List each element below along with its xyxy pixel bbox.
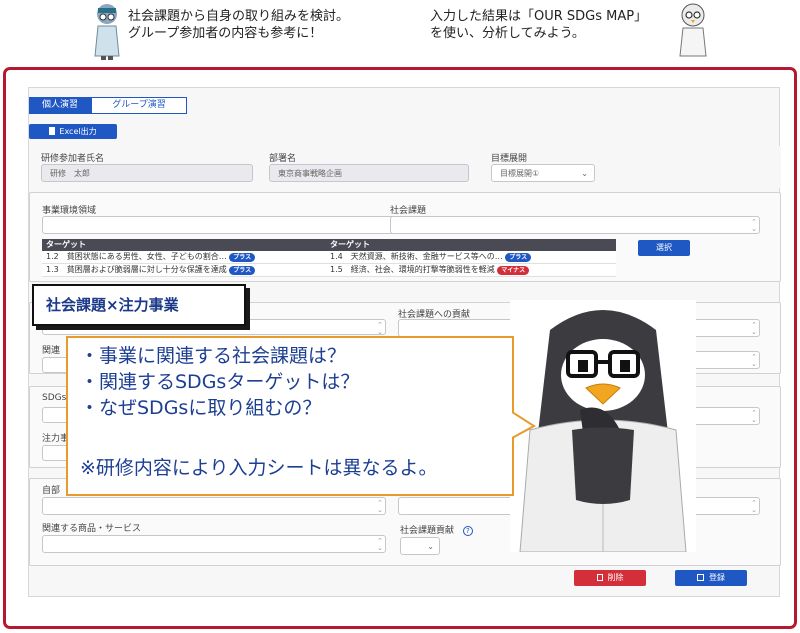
- delete-label: 削除: [607, 573, 624, 582]
- social-issue-input[interactable]: ⌃ ⌄: [390, 216, 760, 234]
- scroll-arrows-icon: ⌃ ⌄: [751, 499, 757, 514]
- participant-value: 研修 太郎: [50, 169, 90, 178]
- speech-left: 社会課題から自身の取り組みを検討。 グループ参加者の内容も参考に！: [128, 8, 349, 42]
- target-text: 1.3 貧困層および脆弱層に対し十分な保護を達成: [46, 265, 227, 274]
- target-header-right: ターゲット: [330, 240, 370, 249]
- speech-left-line2: グループ参加者の内容も参考に！: [128, 26, 323, 41]
- goal-value: 目標展開①: [500, 169, 540, 178]
- business-area-input[interactable]: [42, 216, 396, 234]
- plus-tag: プラス: [229, 266, 256, 275]
- scroll-arrows-icon: ⌃ ⌄: [377, 321, 383, 336]
- business-area-label: 事業環境領域: [42, 206, 97, 216]
- contribution2-label: 社会課題貢献 ?: [400, 523, 473, 536]
- target-cell: 1.2 貧困状態にある男性、女性、子どもの割合… プラス: [42, 251, 330, 263]
- table-row[interactable]: 1.3 貧困層および脆弱層に対し十分な保護を達成 プラス 1.5 経済、社会、環…: [42, 264, 616, 277]
- department-field: 東京商事戦略企画: [269, 164, 469, 182]
- products-label: 関連する商品・サービス: [42, 524, 142, 534]
- scroll-arrows-icon: ⌃ ⌄: [751, 353, 757, 368]
- target-text: 1.2 貧困状態にある男性、女性、子どもの割合…: [46, 252, 227, 261]
- speech-left-line1: 社会課題から自身の取り組みを検討。: [128, 9, 350, 24]
- target-text: 1.5 経済、社会、環境的打撃等脆弱性を軽減: [330, 265, 495, 274]
- goal-select[interactable]: 目標展開① ⌄: [491, 164, 595, 182]
- delete-button[interactable]: 削除: [574, 570, 646, 586]
- related-label: 関連: [42, 346, 61, 356]
- trash-icon: [596, 574, 603, 581]
- speech-right-line2: を使い、分析してみよう。: [430, 26, 585, 41]
- target-header-left: ターゲット: [46, 240, 86, 249]
- sdgs-label: SDGs: [42, 393, 67, 403]
- focus-label: 注力事: [42, 434, 70, 444]
- scroll-arrows-icon: ⌃ ⌄: [377, 537, 383, 552]
- issue-section: 事業環境領域 社会課題 ⌃ ⌄ ターゲット ターゲット 1.2 貧困状態にある男性…: [29, 192, 781, 282]
- save-icon: [697, 574, 704, 581]
- excel-export-label: Excel出力: [59, 127, 97, 136]
- help-icon[interactable]: ?: [462, 526, 473, 536]
- target-cell: 1.5 経済、社会、環境的打撃等脆弱性を軽減 マイナス: [330, 264, 616, 276]
- participant-section: 研修参加者氏名 研修 太郎 部署名 東京商事戦略企画 目標展開 目標展開① ⌄: [29, 146, 781, 188]
- table-row[interactable]: 1.2 貧困状態にある男性、女性、子どもの割合… プラス 1.4 天然資源、新技…: [42, 251, 616, 264]
- file-icon: [49, 127, 56, 135]
- speech-bubble: ・事業に関連する社会課題は？ ・関連するSDGsターゲットは？ ・なぜSDGsに…: [66, 336, 514, 496]
- department-value: 東京商事戦略企画: [278, 169, 342, 178]
- scroll-arrows-icon: ⌃ ⌄: [751, 321, 757, 336]
- target-table: ターゲット ターゲット 1.2 貧困状態にある男性、女性、子どもの割合… プラス…: [42, 239, 616, 277]
- minus-tag: マイナス: [497, 266, 530, 275]
- scroll-arrows-icon: ⌃ ⌄: [377, 499, 383, 514]
- chevron-down-icon: ⌄: [427, 542, 434, 551]
- own-input[interactable]: ⌃ ⌄: [42, 497, 386, 515]
- products-input[interactable]: ⌃ ⌄: [42, 535, 386, 553]
- bubble-tail: [511, 410, 536, 440]
- target-cell: 1.4 天然資源、新技術、金融サービス等への… プラス: [330, 251, 616, 263]
- goal-label: 目標展開: [491, 154, 528, 164]
- contribution2-select[interactable]: ⌄: [400, 537, 440, 555]
- own-label: 自部: [42, 486, 61, 496]
- save-button[interactable]: 登録: [675, 570, 747, 586]
- scientist-mascot-left: [92, 2, 122, 60]
- speech-right-line1: 入力した結果は「OUR SDGs MAP」: [430, 9, 648, 24]
- scroll-arrows-icon: ⌃ ⌄: [751, 218, 757, 233]
- target-text: 1.4 天然資源、新技術、金融サービス等への…: [330, 252, 503, 261]
- plus-tag: プラス: [229, 253, 256, 262]
- scroll-arrows-icon: ⌃ ⌄: [751, 409, 757, 424]
- department-label: 部署名: [269, 154, 297, 164]
- save-label: 登録: [709, 573, 725, 582]
- bubble-line-2: ・関連するSDGsターゲットは？: [80, 371, 360, 393]
- bubble-line-3: ・なぜSDGsに取り組むの？: [80, 397, 322, 419]
- target-table-header: ターゲット ターゲット: [42, 239, 616, 251]
- social-issue-label: 社会課題: [390, 206, 427, 216]
- penguin-professor-illustration: [510, 300, 696, 553]
- scientist-mascot-right: [676, 2, 710, 60]
- participant-label: 研修参加者氏名: [41, 154, 105, 164]
- bubble-line-1: ・事業に関連する社会課題は？: [80, 345, 347, 367]
- participant-field: 研修 太郎: [41, 164, 253, 182]
- tab-individual[interactable]: 個人演習: [29, 97, 91, 114]
- chevron-down-icon: ⌄: [581, 169, 588, 178]
- plus-tag: プラス: [505, 253, 532, 262]
- callout-title: 社会課題×注力事業: [32, 284, 246, 326]
- contribution2-text: 社会課題貢献: [400, 526, 455, 536]
- speech-right: 入力した結果は「OUR SDGs MAP」 を使い、分析してみよう。: [430, 8, 647, 42]
- select-button[interactable]: 選択: [638, 240, 690, 256]
- target-cell: 1.3 貧困層および脆弱層に対し十分な保護を達成 プラス: [42, 264, 330, 276]
- tab-group[interactable]: グループ演習: [91, 97, 187, 114]
- excel-export-button[interactable]: Excel出力: [29, 124, 117, 139]
- bubble-line-4: ※研修内容により入力シートは異なるよ。: [80, 457, 438, 479]
